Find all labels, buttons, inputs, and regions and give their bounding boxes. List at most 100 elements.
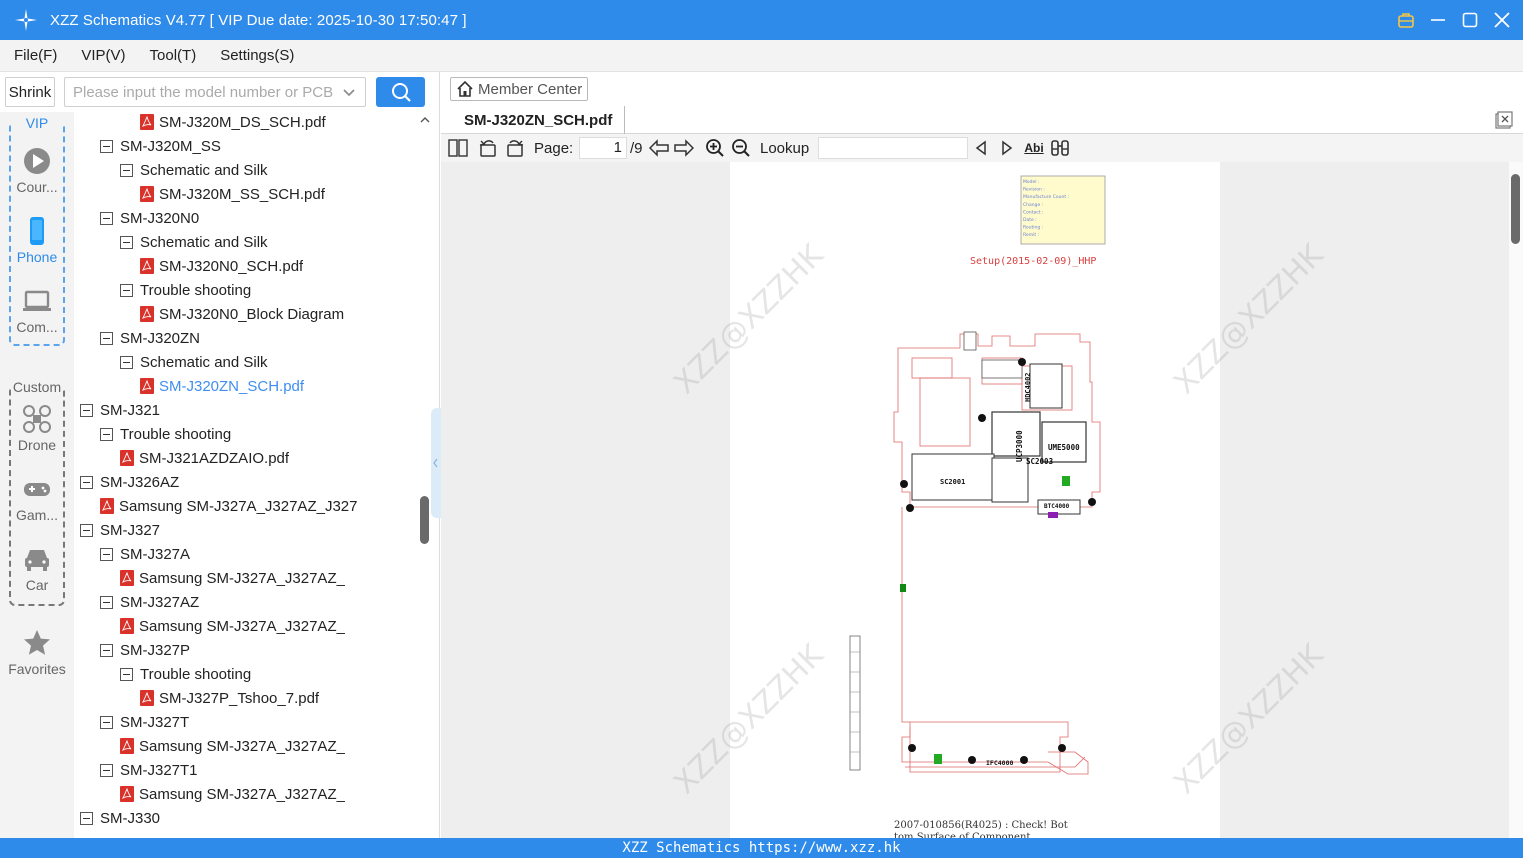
- tree-file-item[interactable]: SM-J327P_Tshoo_7.pdf: [140, 686, 418, 710]
- category-games[interactable]: Gam...: [11, 474, 63, 523]
- find-previous-icon[interactable]: [970, 137, 992, 159]
- tree-folder-item[interactable]: Trouble shooting: [120, 662, 418, 686]
- collapse-toggle-icon[interactable]: [100, 211, 113, 225]
- tree-folder-item[interactable]: SM-J320ZN: [100, 326, 418, 350]
- close-document-icon[interactable]: [1495, 111, 1513, 129]
- tree-folder-item[interactable]: SM-J326AZ: [80, 470, 418, 494]
- tree-item-label: Trouble shooting: [140, 665, 252, 683]
- collapse-toggle-icon[interactable]: [100, 547, 113, 561]
- shrink-button[interactable]: Shrink: [5, 77, 55, 107]
- previous-page-icon[interactable]: [648, 137, 670, 159]
- tree-folder-item[interactable]: Schematic and Silk: [120, 158, 418, 182]
- setup-label: Setup(2015-02-09)_HHP: [970, 256, 1096, 267]
- tree-file-item[interactable]: Samsung SM-J327A_J327AZ_: [120, 734, 418, 758]
- tree-file-item[interactable]: SM-J320ZN_SCH.pdf: [140, 374, 418, 398]
- collapse-toggle-icon[interactable]: [80, 403, 93, 417]
- drone-icon: [23, 405, 51, 433]
- minimize-icon[interactable]: [1427, 9, 1449, 31]
- lookup-input[interactable]: [818, 137, 968, 159]
- tree-folder-item[interactable]: Trouble shooting: [120, 278, 418, 302]
- close-icon[interactable]: [1491, 9, 1513, 31]
- scroll-up-icon[interactable]: [418, 114, 432, 126]
- pdf-viewer[interactable]: Model : Revision : Manufacture Count : Chan…: [441, 162, 1523, 838]
- tree-folder-item[interactable]: Schematic and Silk: [120, 230, 418, 254]
- collapse-toggle-icon[interactable]: [100, 331, 113, 345]
- viewer-scrollbar[interactable]: [1509, 162, 1523, 838]
- menu-tool[interactable]: Tool(T): [146, 44, 201, 67]
- page-number-input[interactable]: 1: [579, 137, 627, 159]
- tree-folder-item[interactable]: SM-J327T: [100, 710, 418, 734]
- pdf-file-icon: [120, 618, 134, 634]
- binoculars-icon[interactable]: [1049, 137, 1071, 159]
- collapse-toggle-icon[interactable]: [120, 355, 133, 369]
- rotate-left-icon[interactable]: [477, 137, 499, 159]
- tree-folder-item[interactable]: Trouble shooting: [100, 422, 418, 446]
- tree-file-item[interactable]: SM-J320M_SS_SCH.pdf: [140, 182, 418, 206]
- tree-scrollbar[interactable]: [418, 112, 432, 838]
- tree-folder-item[interactable]: SM-J321: [80, 398, 418, 422]
- category-computer[interactable]: Com...: [11, 286, 63, 335]
- tree-file-item[interactable]: Samsung SM-J327A_J327AZ_: [120, 566, 418, 590]
- tree-folder-item[interactable]: SM-J330: [80, 806, 418, 830]
- collapse-toggle-icon[interactable]: [120, 667, 133, 681]
- collapse-toggle-icon[interactable]: [100, 139, 113, 153]
- tree-folder-item[interactable]: Schematic and Silk: [120, 350, 418, 374]
- tree-folder-item[interactable]: SM-J320N0: [100, 206, 418, 230]
- pdf-file-icon: [140, 186, 154, 202]
- category-car[interactable]: Car: [11, 544, 63, 593]
- tree-file-item[interactable]: SM-J320M_DS_SCH.pdf: [140, 112, 418, 134]
- page-label: Page:: [534, 140, 574, 157]
- collapse-toggle-icon[interactable]: [80, 523, 93, 537]
- bag-icon[interactable]: [1395, 9, 1417, 31]
- tree-item-label: SM-J321AZDZAIO.pdf: [139, 449, 290, 467]
- tree-folder-item[interactable]: SM-J320M_SS: [100, 134, 418, 158]
- collapse-toggle-icon[interactable]: [120, 283, 133, 297]
- category-courses[interactable]: Cour...: [11, 146, 63, 195]
- next-page-icon[interactable]: [673, 137, 695, 159]
- tree-file-item[interactable]: Samsung SM-J327A_J327AZ_: [120, 782, 418, 806]
- board-component-label: IFC4000: [986, 759, 1013, 767]
- collapse-panel-handle[interactable]: [431, 408, 441, 518]
- chevron-down-icon[interactable]: [342, 85, 356, 103]
- category-drone[interactable]: Drone: [11, 404, 63, 453]
- collapse-toggle-icon[interactable]: [100, 715, 113, 729]
- two-page-view-icon[interactable]: [447, 137, 469, 159]
- tree-scroll-thumb[interactable]: [420, 496, 429, 544]
- tab-document[interactable]: SM-J320ZN_SCH.pdf: [449, 106, 625, 134]
- match-case-button[interactable]: Abi: [1023, 137, 1045, 159]
- collapse-toggle-icon[interactable]: [80, 811, 93, 825]
- zoom-out-icon[interactable]: [730, 137, 752, 159]
- category-favorites[interactable]: Favorites: [0, 628, 74, 677]
- rotate-right-icon[interactable]: [504, 137, 526, 159]
- tree-folder-item[interactable]: SM-J327T1: [100, 758, 418, 782]
- tree-file-item[interactable]: Samsung SM-J327A_J327AZ_J327: [100, 494, 418, 518]
- tree-folder-item[interactable]: SM-J327P: [100, 638, 418, 662]
- collapse-toggle-icon[interactable]: [100, 643, 113, 657]
- collapse-toggle-icon[interactable]: [120, 163, 133, 177]
- tree-file-item[interactable]: Samsung SM-J327A_J327AZ_: [120, 614, 418, 638]
- collapse-toggle-icon[interactable]: [100, 763, 113, 777]
- collapse-toggle-icon[interactable]: [80, 475, 93, 489]
- tree-folder-item[interactable]: SM-J327: [80, 518, 418, 542]
- category-phone[interactable]: Phone: [11, 216, 63, 265]
- menu-file[interactable]: File(F): [10, 44, 61, 67]
- category-label: Com...: [16, 319, 58, 335]
- search-button[interactable]: [376, 77, 425, 107]
- find-next-icon[interactable]: [996, 137, 1018, 159]
- tree-folder-item[interactable]: SM-J327A: [100, 542, 418, 566]
- tree-file-item[interactable]: SM-J320N0_SCH.pdf: [140, 254, 418, 278]
- menu-settings[interactable]: Settings(S): [216, 44, 298, 67]
- tree-file-item[interactable]: SM-J321AZDZAIO.pdf: [120, 446, 418, 470]
- zoom-in-icon[interactable]: [704, 137, 726, 159]
- tree-folder-item[interactable]: SM-J327AZ: [100, 590, 418, 614]
- collapse-toggle-icon[interactable]: [100, 427, 113, 441]
- menu-vip[interactable]: VIP(V): [77, 44, 129, 67]
- maximize-icon[interactable]: [1459, 9, 1481, 31]
- tree-file-item[interactable]: SM-J320N0_Block Diagram: [140, 302, 418, 326]
- tree-item-label: Samsung SM-J327A_J327AZ_: [139, 617, 345, 635]
- search-input[interactable]: Please input the model number or PCB: [64, 77, 366, 107]
- collapse-toggle-icon[interactable]: [100, 595, 113, 609]
- collapse-toggle-icon[interactable]: [120, 235, 133, 249]
- member-center-button[interactable]: Member Center: [450, 77, 588, 101]
- viewer-scroll-thumb[interactable]: [1511, 174, 1520, 244]
